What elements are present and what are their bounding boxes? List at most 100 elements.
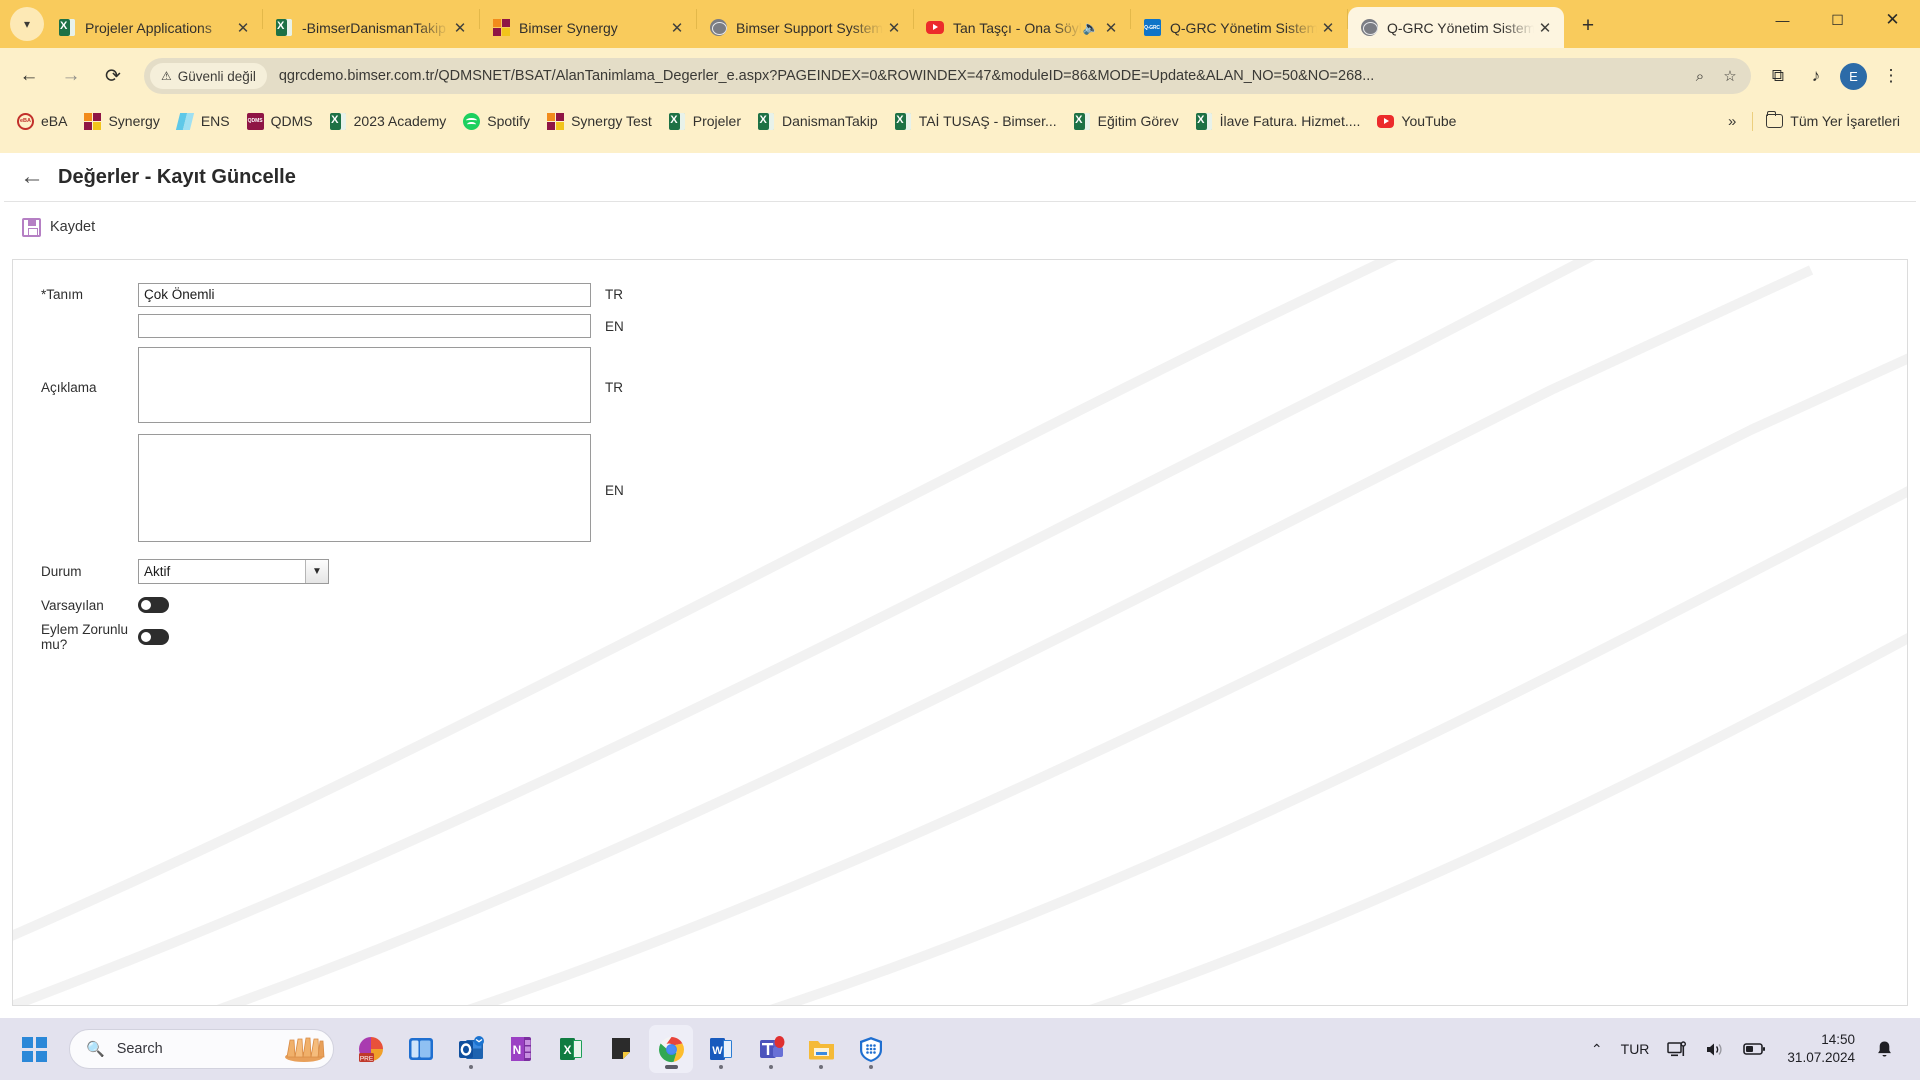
- address-bar[interactable]: ⚠ Güvenli değil qgrcdemo.bimser.com.tr/Q…: [144, 58, 1751, 94]
- language-indicator[interactable]: TUR: [1612, 1041, 1659, 1057]
- separator: [1752, 111, 1754, 131]
- audio-playing-icon[interactable]: 🔈: [1082, 20, 1100, 36]
- durum-select[interactable]: Aktif ▼: [138, 559, 329, 584]
- page-back-button[interactable]: ←: [12, 157, 52, 197]
- new-tab-button[interactable]: +: [1570, 8, 1606, 44]
- aciklama-tr-control: [138, 347, 591, 428]
- battery-status[interactable]: [1734, 1042, 1775, 1056]
- taskbar-app-sticky-notes[interactable]: [599, 1025, 643, 1073]
- forward-button[interactable]: →: [52, 57, 90, 95]
- excel-icon: X: [560, 1038, 582, 1060]
- varsayilan-label: Varsayılan: [41, 597, 104, 613]
- close-icon[interactable]: ✕: [232, 17, 254, 39]
- tanim-en-input[interactable]: [138, 314, 591, 338]
- tab-bimser-support-system[interactable]: Bimser Support System ✕: [697, 7, 913, 48]
- taskbar-app-outlook[interactable]: [449, 1025, 493, 1073]
- close-icon[interactable]: ✕: [666, 17, 688, 39]
- bookmark-label: Projeler: [692, 113, 741, 129]
- ens-icon: [177, 113, 194, 130]
- aciklama-en-textarea[interactable]: [138, 434, 591, 542]
- taskbar-search[interactable]: 🔍 Search: [69, 1029, 334, 1069]
- tab-label: Q-GRC Yönetim Sistemi: [1170, 19, 1317, 36]
- windows-logo-icon[interactable]: [22, 1036, 47, 1062]
- media-control-icon[interactable]: ♪: [1797, 57, 1835, 95]
- extensions-icon[interactable]: ⧉: [1759, 57, 1797, 95]
- tab-projeler-applications[interactable]: Projeler Applications ✕: [46, 7, 262, 48]
- notification-center-button[interactable]: [1867, 1040, 1902, 1059]
- bookmark-tai-tusas[interactable]: TAİ TUSAŞ - Bimser...: [888, 110, 1064, 133]
- taskbar-app-powerpoint[interactable]: PRE: [349, 1025, 393, 1073]
- tab-label: Projeler Applications: [85, 19, 212, 36]
- bluestacks-icon: [409, 1038, 433, 1060]
- close-icon[interactable]: ✕: [1100, 17, 1122, 39]
- bookmark-ilave-fatura[interactable]: İlave Fatura. Hizmet....: [1189, 110, 1368, 133]
- bookmark-danismantakip[interactable]: DanismanTakip: [751, 110, 885, 133]
- taskbar-app-file-explorer[interactable]: [799, 1025, 843, 1073]
- bookmark-spotify[interactable]: Spotify: [456, 110, 537, 133]
- bookmark-star-icon[interactable]: ☆: [1715, 61, 1745, 91]
- tab-qgrc-1[interactable]: Q-GRC Q-GRC Yönetim Sistemi ✕: [1131, 7, 1347, 48]
- sticky-notes-icon: [612, 1038, 630, 1059]
- bookmark-youtube[interactable]: YouTube: [1370, 110, 1463, 133]
- volume-status[interactable]: [1696, 1041, 1734, 1058]
- tab-bimser-synergy[interactable]: Bimser Synergy ✕: [480, 7, 696, 48]
- bookmark-projeler[interactable]: Projeler: [662, 110, 748, 133]
- qdms-icon: QDMS: [246, 112, 264, 130]
- network-status[interactable]: [1658, 1040, 1696, 1058]
- minimize-button[interactable]: —: [1755, 0, 1810, 40]
- bookmark-synergy-test[interactable]: Synergy Test: [540, 110, 659, 133]
- excel-icon: [758, 112, 775, 130]
- bookmark-egitim-gorev[interactable]: Eğitim Görev: [1067, 110, 1186, 133]
- save-button-label: Kaydet: [50, 219, 96, 235]
- tab-qgrc-2-active[interactable]: Q-GRC Yönetim Sistemi ✕: [1348, 7, 1564, 48]
- avatar[interactable]: E: [1840, 62, 1867, 90]
- taskbar-app-security[interactable]: [849, 1025, 893, 1073]
- reload-button[interactable]: ⟳: [94, 57, 132, 95]
- taskbar-app-chrome[interactable]: [649, 1025, 693, 1073]
- record-form: *Tanım TR EN Açıklama: [13, 260, 1907, 653]
- tab-tan-tasci[interactable]: Tan Taşçı - Ona Söyle 🔈 ✕: [914, 7, 1130, 48]
- running-indicator: [869, 1065, 873, 1069]
- tray-overflow-button[interactable]: ⌃: [1582, 1041, 1612, 1058]
- excel-icon: [330, 112, 347, 130]
- save-button[interactable]: Kaydet: [22, 217, 96, 237]
- page-title: Değerler - Kayıt Güncelle: [58, 165, 296, 188]
- back-button[interactable]: ←: [10, 57, 48, 95]
- eylem-zorunlu-toggle[interactable]: [138, 629, 169, 645]
- taskbar-app-teams[interactable]: [749, 1025, 793, 1073]
- zoom-icon[interactable]: ⌕: [1685, 61, 1715, 91]
- bookmark-qdms[interactable]: QDMS QDMS: [240, 110, 320, 133]
- url-text[interactable]: qgrcdemo.bimser.com.tr/QDMSNET/BSAT/Alan…: [279, 68, 1685, 84]
- chevron-down-icon[interactable]: ▼: [305, 560, 328, 583]
- aciklama-tr-textarea[interactable]: [138, 347, 591, 423]
- tanim-tr-input[interactable]: [138, 282, 591, 307]
- bookmark-synergy[interactable]: Synergy: [77, 110, 166, 133]
- close-icon[interactable]: ✕: [449, 17, 471, 39]
- taskbar-app-word[interactable]: W: [699, 1025, 743, 1073]
- security-status-label: Güvenli değil: [177, 68, 256, 84]
- close-icon[interactable]: ✕: [883, 17, 905, 39]
- synergy-icon: [492, 19, 510, 37]
- bookmark-2023-academy[interactable]: 2023 Academy: [323, 110, 454, 133]
- bookmark-eba[interactable]: eBA eBA: [10, 110, 74, 133]
- close-window-button[interactable]: ✕: [1865, 0, 1920, 40]
- taskbar-app-excel[interactable]: X: [549, 1025, 593, 1073]
- close-icon[interactable]: ✕: [1317, 17, 1339, 39]
- tab-search-button[interactable]: ▾: [10, 7, 44, 41]
- taskbar-app-bluestacks[interactable]: [399, 1025, 443, 1073]
- youtube-icon: [1377, 113, 1395, 130]
- varsayilan-toggle[interactable]: [138, 597, 169, 613]
- network-icon: [1667, 1040, 1687, 1056]
- taskbar-clock[interactable]: 14:50 31.07.2024: [1775, 1031, 1867, 1067]
- language-label: TUR: [1620, 1041, 1650, 1057]
- bookmark-ens[interactable]: ENS: [170, 110, 237, 133]
- maximize-button[interactable]: ☐: [1810, 0, 1865, 40]
- security-status-badge[interactable]: ⚠ Güvenli değil: [150, 63, 267, 89]
- taskbar-app-onenote[interactable]: N: [499, 1025, 543, 1073]
- bookmark-all-bookmarks[interactable]: Tüm Yer İşaretleri: [1759, 110, 1907, 133]
- bookmarks-overflow-icon[interactable]: »: [1718, 113, 1746, 130]
- tab-bimserdanismantakip[interactable]: -BimserDanismanTakip ✕: [263, 7, 479, 48]
- eylem-zorunlu-control: [138, 629, 591, 645]
- close-icon[interactable]: ✕: [1534, 17, 1556, 39]
- browser-menu-icon[interactable]: ⋮: [1872, 57, 1910, 95]
